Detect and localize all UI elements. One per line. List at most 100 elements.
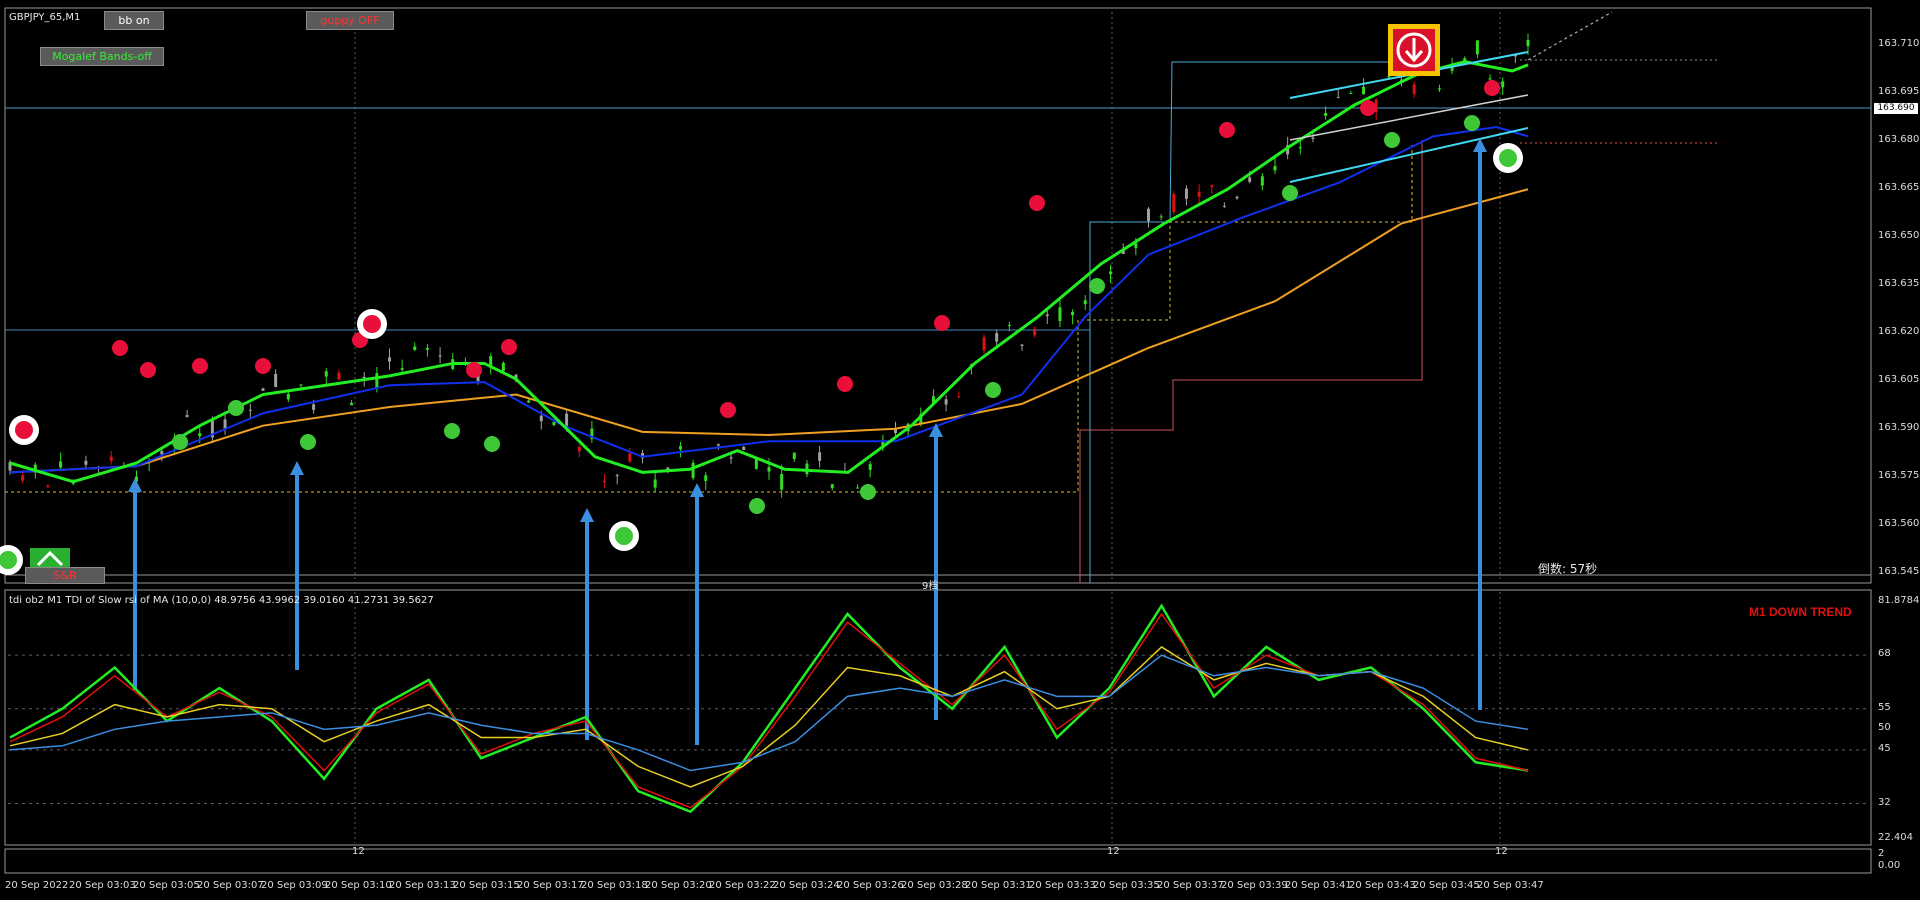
candle-body [286, 393, 290, 400]
candle-body [691, 462, 695, 478]
indicator-tick: 0.00 [1878, 860, 1901, 871]
time-tick: 20 Sep 03:41 [1285, 880, 1352, 891]
time-tick: 20 Sep 03:35 [1093, 880, 1160, 891]
price-tick: 163.695 [1878, 86, 1920, 97]
candle-body [1159, 216, 1163, 218]
time-tick: 20 Sep 03:37 [1157, 880, 1224, 891]
candle-body [1007, 325, 1011, 327]
symbol-label: GBPJPY_65,M1 [9, 12, 81, 23]
price-tick: 163.665 [1878, 182, 1920, 193]
buy-dot [172, 434, 188, 450]
sell-signal [363, 315, 381, 333]
sell-dot [1029, 195, 1045, 211]
time-tick: 20 Sep 03:15 [453, 880, 520, 891]
time-tick: 20 Sep 03:24 [773, 880, 840, 891]
candle-body [489, 356, 493, 366]
sell-dot [720, 402, 736, 418]
buy-dot [860, 484, 876, 500]
blue-arrow-head [580, 508, 594, 522]
candle-body [1109, 271, 1113, 275]
candle-body [995, 333, 999, 342]
candle-body [185, 415, 189, 418]
blue-step-line [1089, 61, 1435, 583]
candle-body [1362, 86, 1366, 95]
sr-toggle-button[interactable]: S&R [25, 567, 105, 584]
indicator-tick: 55 [1878, 702, 1891, 713]
candle-body [160, 451, 164, 455]
indicator-label: tdi ob2 M1 TDI of Slow rsi of MA (10,0,0… [9, 595, 434, 606]
candle-body [767, 467, 771, 472]
candle-body [628, 453, 632, 462]
candle-body [1501, 81, 1505, 88]
time-tick: 20 Sep 03:07 [197, 880, 264, 891]
buy-dot [300, 434, 316, 450]
time-tick: 20 Sep 03:17 [517, 880, 584, 891]
tdi-blue-line [9, 654, 1529, 772]
blue-arrow-head [690, 483, 704, 497]
candle-body [742, 446, 746, 450]
sell-dot [1360, 100, 1376, 116]
bb-toggle-button[interactable]: bb on [104, 11, 164, 30]
price-tick: 163.605 [1878, 374, 1920, 385]
buy-dot [1282, 185, 1298, 201]
candle-body [830, 484, 834, 489]
volume-pane-frame [4, 848, 1872, 874]
candle-body [1336, 97, 1340, 99]
chart-canvas[interactable] [0, 0, 1920, 900]
tdi-lines [9, 603, 1529, 814]
candle-body [552, 421, 556, 426]
candle-body [1033, 328, 1037, 336]
mogalef-toggle-button[interactable]: Mogalef Bands-off [40, 47, 164, 66]
green-ma-line [9, 60, 1529, 484]
indicator-tick: 22.404 [1878, 832, 1913, 843]
candle-body [84, 460, 88, 465]
candle-body [1058, 307, 1062, 322]
candle-body [1437, 88, 1441, 90]
candle-body [1147, 208, 1150, 222]
candle-body [1412, 84, 1416, 94]
mid-label: 9档 [922, 581, 939, 592]
countdown-label: 倒数: 57秒 [1538, 562, 1598, 576]
sell-dot [112, 340, 128, 356]
candle-body [1387, 76, 1391, 78]
sell-dot [192, 358, 208, 374]
candle-body [388, 357, 391, 362]
candle-body [1071, 311, 1075, 316]
candle-body [400, 368, 404, 370]
candle-body [818, 452, 822, 461]
candle-body [1248, 177, 1252, 182]
time-tick: 20 Sep 03:09 [261, 880, 328, 891]
candle-body [716, 444, 720, 446]
price-tick: 163.650 [1878, 230, 1920, 241]
orange-ma-line [9, 188, 1529, 474]
blue-arrow-head [290, 461, 304, 475]
indicator-tick: 81.8784 [1878, 595, 1920, 606]
indicator-tick: 45 [1878, 743, 1891, 754]
buy-dot [484, 436, 500, 452]
candle-body [1083, 300, 1087, 305]
buy-dot [985, 382, 1001, 398]
candle-body [678, 446, 682, 450]
time-tick: 20 Sep 2022 [5, 880, 69, 891]
candle-body [438, 355, 442, 357]
guppy-toggle-button[interactable]: guppy OFF [306, 11, 394, 30]
cyan-channel-line [1289, 127, 1529, 183]
candle-body [1349, 93, 1353, 95]
candle-body [413, 346, 417, 351]
time-tick: 20 Sep 03:45 [1413, 880, 1480, 891]
hour-tick: 12 [1107, 846, 1120, 857]
candle-body [1526, 39, 1530, 47]
price-tick: 163.575 [1878, 470, 1920, 481]
candle-body [603, 480, 607, 483]
moving-averages [9, 51, 1529, 484]
buy-dot [228, 400, 244, 416]
candle-body [957, 396, 961, 398]
candle-body [1020, 344, 1024, 346]
sell-dot [140, 362, 156, 378]
candle-body [729, 457, 733, 459]
time-tick: 20 Sep 03:43 [1349, 880, 1416, 891]
candle-body [274, 373, 278, 387]
buy-dot [444, 423, 460, 439]
price-tick: 163.560 [1878, 518, 1920, 529]
time-tick: 20 Sep 03:10 [325, 880, 392, 891]
